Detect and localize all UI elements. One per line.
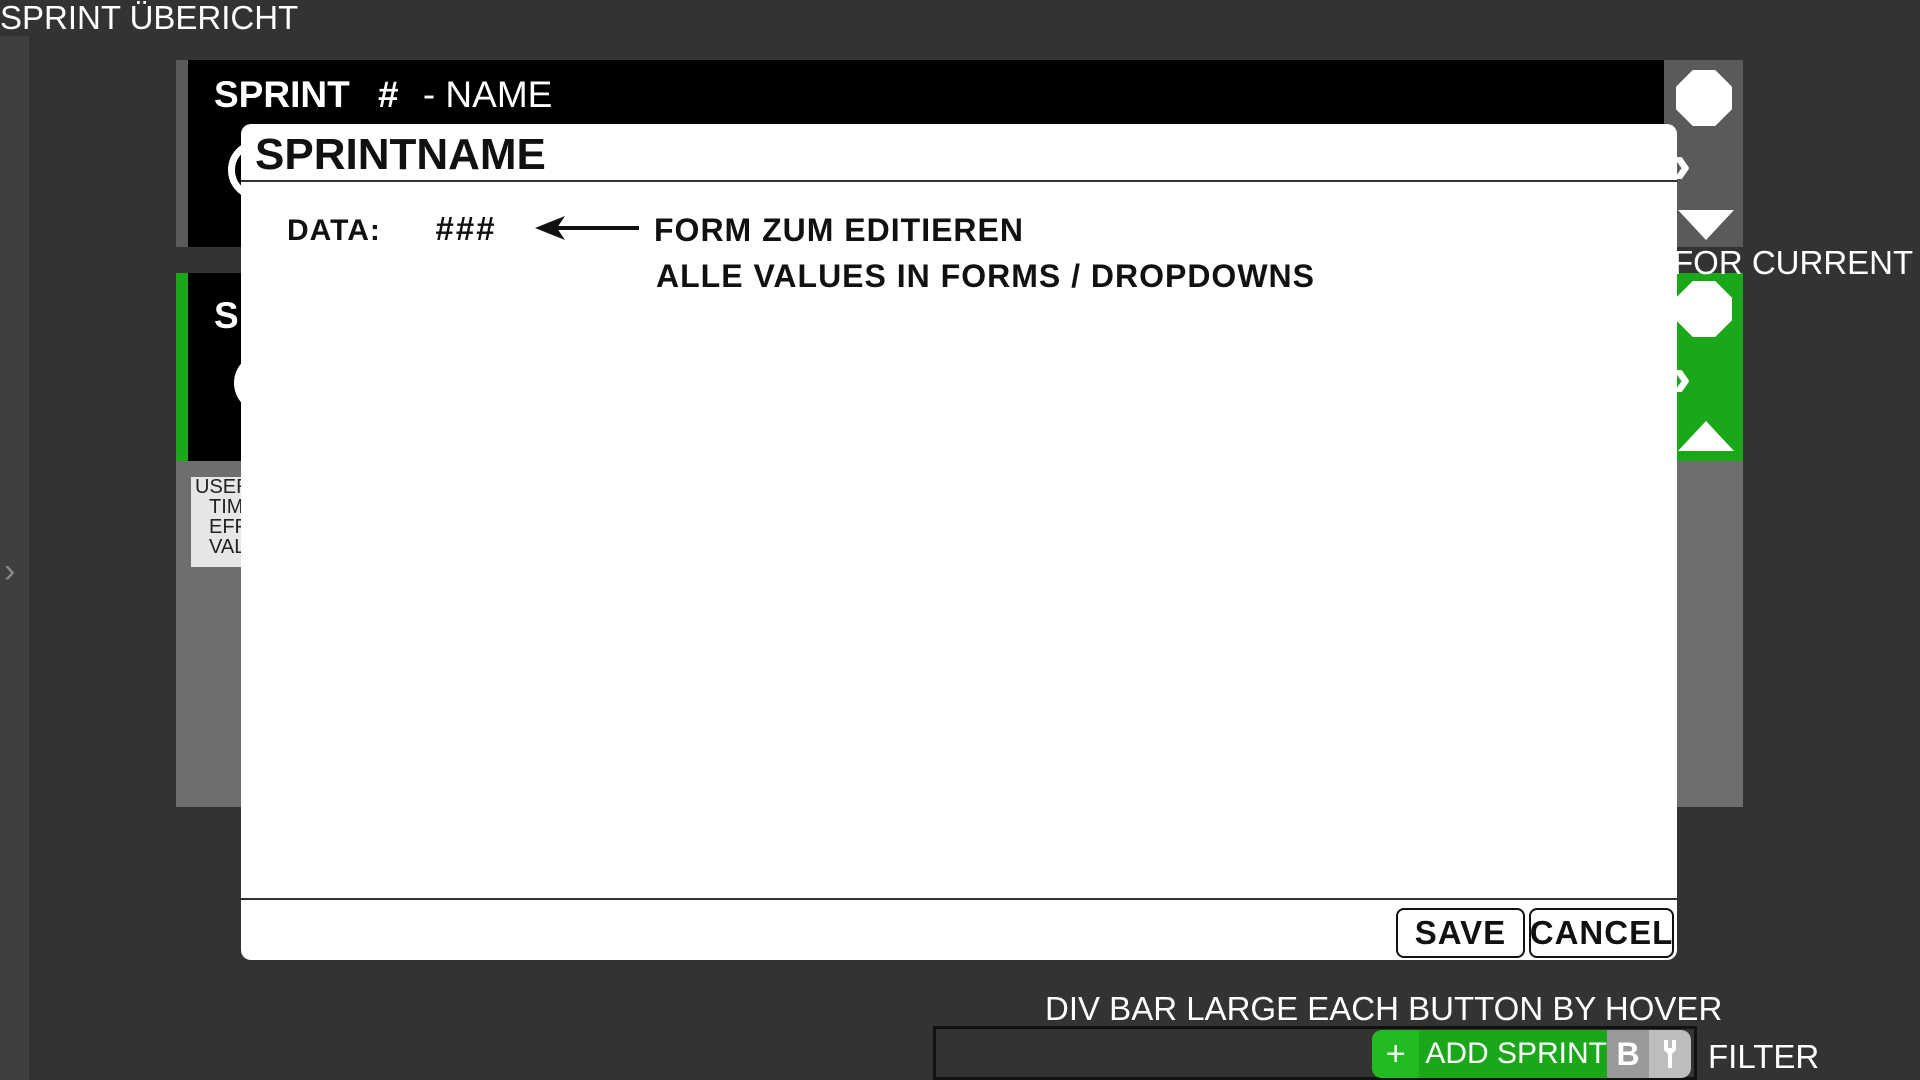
data-value-field[interactable]: ### xyxy=(435,210,496,248)
save-button[interactable]: SAVE xyxy=(1396,908,1525,958)
for-current-annotation: FOR CURRENT xyxy=(1673,244,1914,281)
wrench-button[interactable] xyxy=(1649,1030,1691,1078)
wrench-icon xyxy=(1664,1040,1676,1068)
b-button[interactable]: B xyxy=(1607,1030,1649,1078)
sprint-number: # xyxy=(377,74,399,115)
arrow-left-icon xyxy=(535,216,639,240)
triangle-up-icon[interactable] xyxy=(1678,421,1734,451)
stop-octagon-icon[interactable] xyxy=(1676,70,1732,126)
plus-icon: + xyxy=(1372,1030,1420,1078)
modal-title: SPRINTNAME xyxy=(255,130,546,179)
sprint-card-title: SPRINT # - NAME xyxy=(214,74,552,116)
filter-label: FILTER xyxy=(1708,1038,1820,1075)
edit-sprint-modal: SPRINTNAME DATA: ### FORM ZUM EDITIEREN … xyxy=(241,124,1677,960)
cancel-button[interactable]: CANCEL xyxy=(1529,908,1674,958)
page-title: SPRINT ÜBERICHT xyxy=(0,0,299,36)
stop-octagon-icon[interactable] xyxy=(1676,281,1732,337)
sprint-name: - NAME xyxy=(422,74,553,115)
left-sidebar[interactable]: › xyxy=(0,36,29,1080)
add-sprint-label: ADD SPRINT xyxy=(1425,1037,1607,1070)
footer-divider xyxy=(241,898,1677,900)
triangle-down-icon[interactable] xyxy=(1678,210,1734,240)
sprint-card-title: S xyxy=(214,295,239,336)
modal-header: SPRINTNAME xyxy=(241,124,1677,182)
add-sprint-button[interactable]: + ADD SPRINT xyxy=(1372,1030,1607,1078)
bottom-bar-annotation: DIV BAR LARGE EACH BUTTON BY HOVER xyxy=(1045,990,1723,1027)
data-label: DATA: xyxy=(287,214,381,247)
chevron-right-icon[interactable]: › xyxy=(4,552,15,591)
sprint-label: SPRINT xyxy=(214,74,350,115)
annotation-note: FORM ZUM EDITIEREN xyxy=(654,212,1024,248)
annotation-note: ALLE VALUES IN FORMS / DROPDOWNS xyxy=(656,258,1315,294)
